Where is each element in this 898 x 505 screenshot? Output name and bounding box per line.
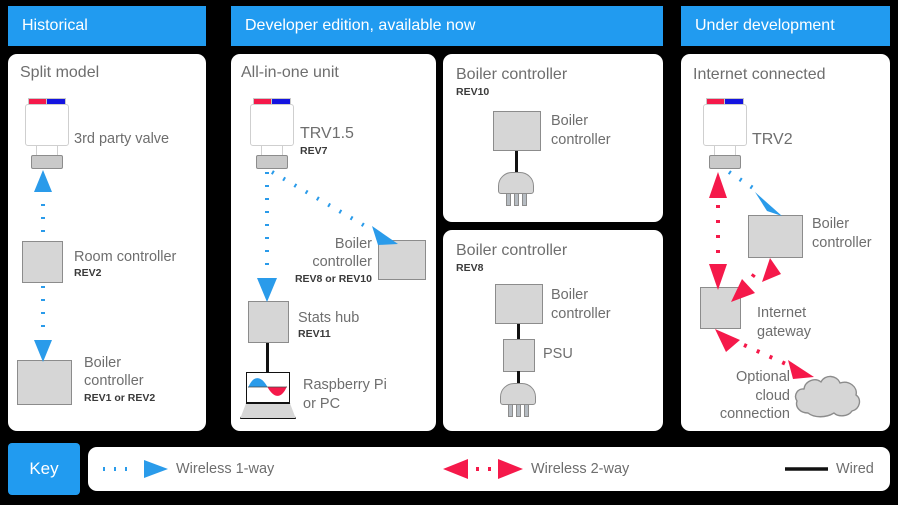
card-internet-connected-title: Internet connected	[693, 66, 826, 83]
plug-head	[498, 172, 534, 194]
key-item-wireless-2-way-label: Wireless 2-way	[531, 461, 630, 477]
key-item-wired-label: Wired	[836, 461, 874, 477]
boiler-controller-label-rev10-line2: controller	[551, 132, 611, 148]
boiler-controller-label-rev8-line2: controller	[551, 306, 611, 322]
card-boiler-controller-rev10-title: Boiler controller	[456, 66, 568, 83]
third-party-valve-icon	[22, 98, 72, 170]
card-boiler-controller-rev8-subtitle: REV8	[456, 262, 484, 274]
valve-body	[250, 104, 294, 146]
psu-box	[503, 339, 535, 372]
column-header-under-development-label: Under development	[695, 17, 835, 34]
plug-pin	[524, 404, 529, 417]
room-controller-box	[22, 241, 63, 283]
column-header-historical-label: Historical	[22, 17, 88, 34]
trv2-icon	[700, 98, 750, 170]
boiler-controller-box-aio	[378, 240, 426, 280]
boiler-controller-rev-split: REV1 or REV2	[84, 392, 156, 404]
boiler-controller-label-aio-line2: controller	[312, 254, 372, 270]
stats-hub-rev: REV11	[298, 328, 331, 340]
boiler-controller-label-rev8-line1: Boiler	[551, 287, 589, 303]
trv2-label: TRV2	[752, 131, 793, 148]
psu-label: PSU	[543, 346, 573, 362]
third-party-valve-label: 3rd party valve	[74, 131, 170, 147]
plug-pin	[514, 193, 519, 206]
internet-gateway-label-line2: gateway	[757, 324, 812, 340]
plug-pin	[506, 193, 511, 206]
room-controller-label: Room controller	[74, 249, 177, 265]
raspberry-pi-icon	[240, 372, 296, 419]
column-header-developer-edition: Developer edition, available now	[231, 6, 663, 46]
boiler-controller-label-internet-line1: Boiler	[812, 216, 850, 232]
diagram-root: Historical Developer edition, available …	[0, 0, 898, 505]
boiler-controller-label-internet-line2: controller	[812, 235, 872, 251]
room-controller-rev: REV2	[74, 267, 102, 279]
boiler-controller-label-split-line2: controller	[84, 373, 144, 389]
column-header-developer-edition-label: Developer edition, available now	[245, 17, 476, 34]
boiler-controller-box-split	[17, 360, 72, 405]
boiler-controller-label-split-line1: Boiler	[84, 355, 122, 371]
key-item-wireless-1-way-label: Wireless 1-way	[176, 461, 275, 477]
power-plug-icon-rev8	[500, 383, 536, 417]
laptop-screen-waveform	[248, 377, 287, 397]
valve-body	[25, 104, 69, 146]
wired-link-rev8-boiler-psu	[517, 324, 520, 340]
card-boiler-controller-rev10-subtitle: REV10	[456, 86, 490, 98]
power-plug-icon-rev10	[498, 172, 534, 206]
boiler-controller-label-rev10-line1: Boiler	[551, 113, 589, 129]
stats-hub-box	[248, 301, 289, 343]
valve-base	[256, 155, 288, 169]
cloud-label-line3: connection	[719, 406, 790, 422]
boiler-controller-box-rev10	[493, 111, 541, 151]
boiler-controller-box-internet	[748, 215, 803, 258]
plug-pin	[516, 404, 521, 417]
boiler-controller-label-aio-line1: Boiler	[334, 236, 372, 252]
trv15-label: TRV1.5	[300, 125, 354, 142]
cloud-icon	[792, 371, 864, 419]
plug-pin	[508, 404, 513, 417]
column-header-historical: Historical	[8, 6, 206, 46]
raspberry-pi-label-line1: Raspberry Pi	[303, 377, 387, 393]
cloud-shape	[794, 375, 861, 418]
trv15-rev: REV7	[300, 145, 328, 157]
stats-hub-label: Stats hub	[298, 310, 360, 326]
card-split-model-title: Split model	[20, 64, 100, 81]
key-label-box: Key	[8, 443, 80, 495]
card-all-in-one-title: All-in-one unit	[241, 64, 339, 81]
column-header-under-development: Under development	[681, 6, 890, 46]
cloud-label-line1: Optional	[735, 369, 790, 385]
cloud-label-line2: cloud	[755, 388, 790, 404]
trv15-icon	[247, 98, 297, 170]
boiler-controller-box-rev8	[495, 284, 543, 324]
internet-gateway-box	[700, 287, 741, 329]
valve-base	[709, 155, 741, 169]
valve-base	[31, 155, 63, 169]
raspberry-pi-label-line2: or PC	[303, 396, 341, 412]
plug-head	[500, 383, 536, 405]
laptop-screen	[246, 372, 290, 403]
key-label: Key	[29, 459, 59, 478]
card-boiler-controller-rev8-title: Boiler controller	[456, 242, 568, 259]
internet-gateway-label-line1: Internet	[757, 305, 807, 321]
card-boiler-controller-rev8	[443, 230, 663, 431]
boiler-controller-rev-aio: REV8 or REV10	[294, 273, 372, 285]
plug-pin	[522, 193, 527, 206]
laptop-base	[240, 403, 296, 419]
wired-link-rev10	[515, 151, 518, 174]
valve-body	[703, 104, 747, 146]
